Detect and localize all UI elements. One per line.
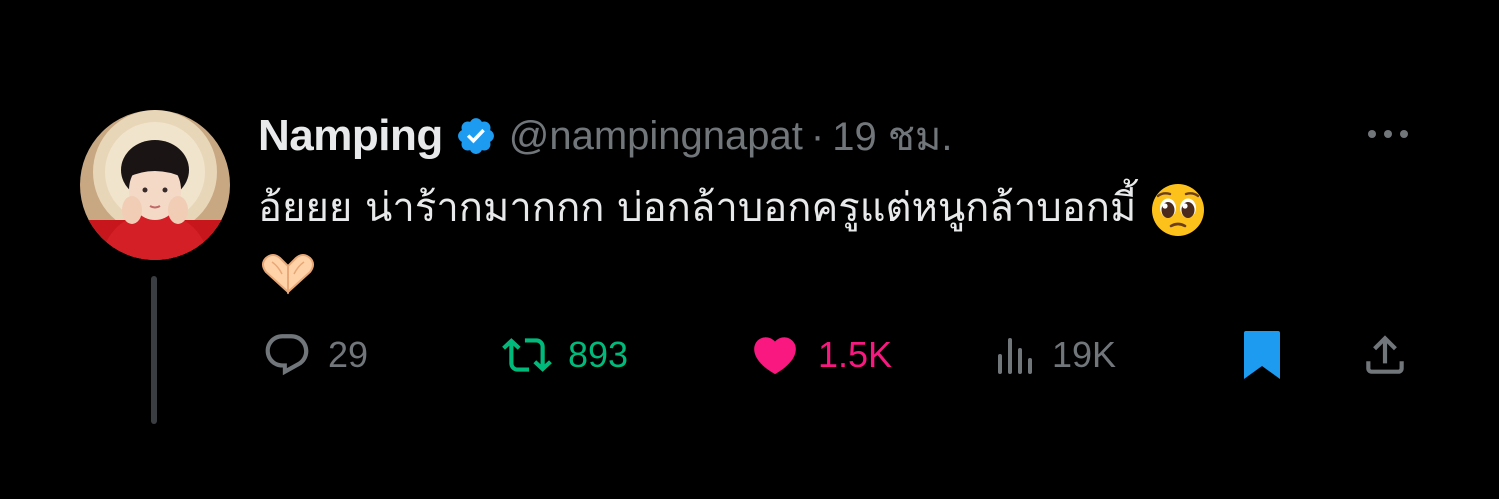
more-options-icon[interactable]: [1364, 122, 1412, 146]
tweet-text: อ้ยยย น่าร้ากมากกก บ่อกล้าบอกครูแต่หนูกล…: [258, 176, 1378, 304]
tweet-card[interactable]: Namping @nampingnapat · 19 ชม. อ้ยยย น่า…: [0, 0, 1499, 499]
views-button[interactable]: 19K: [996, 330, 1116, 380]
heart-hands-icon: [262, 254, 314, 295]
heart-icon: [754, 337, 796, 375]
separator-dot: ·: [810, 113, 825, 158]
like-count: 1.5K: [818, 334, 893, 375]
tweet-text-body: อ้ยยย น่าร้ากมากกก บ่อกล้าบอกครูแต่หนูกล…: [258, 185, 1137, 231]
like-button[interactable]: 1.5K: [748, 330, 892, 380]
reply-button[interactable]: 29: [262, 330, 368, 380]
views-count: 19K: [1052, 334, 1117, 375]
views-icon: [998, 338, 1032, 374]
thread-line: [151, 276, 157, 424]
timestamp[interactable]: 19 ชม.: [832, 104, 952, 168]
tweet-header: Namping @nampingnapat · 19 ชม.: [258, 108, 952, 164]
retweet-icon: [502, 338, 552, 372]
share-button[interactable]: [1360, 330, 1410, 380]
reply-count: 29: [328, 334, 369, 375]
pleading-face-icon: [1152, 184, 1205, 236]
share-icon: [1366, 335, 1404, 374]
display-name[interactable]: Namping: [258, 111, 443, 161]
avatar[interactable]: [80, 110, 230, 260]
retweet-count: 893: [568, 334, 629, 375]
bookmark-icon: [1244, 331, 1280, 379]
retweet-button[interactable]: 893: [502, 330, 628, 380]
reply-icon: [265, 334, 309, 376]
bookmark-button[interactable]: [1240, 330, 1284, 380]
verified-badge-icon: [457, 118, 494, 154]
handle[interactable]: @nampingnapat: [509, 114, 803, 159]
